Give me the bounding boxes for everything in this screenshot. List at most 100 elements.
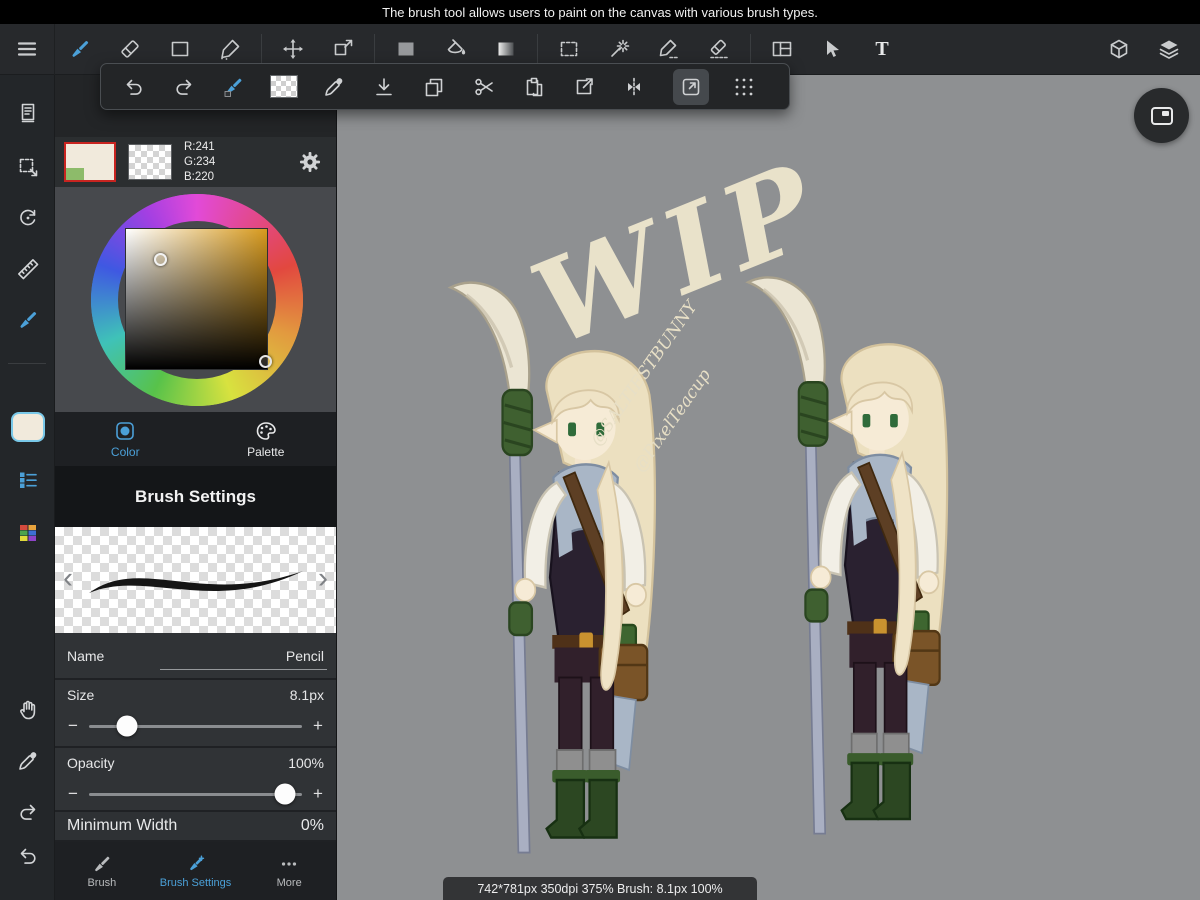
- select-eraser-icon: [710, 39, 728, 59]
- menu-button[interactable]: [0, 23, 55, 75]
- current-color-swatch[interactable]: [13, 414, 43, 440]
- size-slider[interactable]: − +: [55, 710, 336, 742]
- copy-button[interactable]: [409, 76, 459, 98]
- transparent-color-swatch[interactable]: [128, 144, 172, 180]
- rotate-canvas-button[interactable]: [0, 204, 55, 232]
- size-value: 8.1px: [289, 687, 324, 703]
- hand-tool-button[interactable]: [0, 696, 55, 724]
- undo-button[interactable]: [109, 76, 159, 98]
- opacity-slider-track[interactable]: [89, 783, 302, 805]
- redo-button[interactable]: [159, 76, 209, 98]
- sidebar-eyedropper-button[interactable]: [0, 747, 55, 775]
- tab-brush[interactable]: Brush: [55, 842, 149, 900]
- layer-list-button[interactable]: [0, 466, 55, 494]
- checker-swatch-icon: [270, 75, 298, 98]
- tab-palette[interactable]: Palette: [196, 412, 337, 466]
- saturation-value-box[interactable]: [125, 228, 268, 370]
- toolbar-separator: [537, 34, 538, 64]
- sidebar-redo-button[interactable]: [0, 798, 55, 826]
- palette-grid-button[interactable]: [0, 519, 55, 547]
- name-value[interactable]: Pencil: [286, 648, 324, 664]
- export-button[interactable]: [559, 76, 609, 98]
- rgb-g-value: G:234: [184, 155, 216, 168]
- opacity-label: Opacity: [67, 755, 115, 771]
- prev-brush-button[interactable]: ‹: [63, 563, 73, 594]
- floating-window-button[interactable]: [1134, 88, 1189, 143]
- eyedropper-button[interactable]: [309, 76, 359, 98]
- magic-wand-icon: [611, 39, 630, 57]
- hamburger-icon: [17, 42, 37, 56]
- copy-icon: [425, 78, 443, 96]
- size-increase-button[interactable]: +: [312, 716, 324, 736]
- color-tab-label: Color: [110, 444, 140, 459]
- opacity-slider-knob[interactable]: [274, 783, 296, 805]
- brush-color-button[interactable]: [209, 76, 259, 98]
- tab-color[interactable]: Color: [55, 412, 196, 466]
- sidebar-divider: [8, 363, 46, 364]
- paste-button[interactable]: [509, 76, 559, 98]
- brush-name-row: Name Pencil: [55, 633, 336, 680]
- caption-text: The brush tool allows users to paint on …: [382, 4, 818, 20]
- next-brush-button[interactable]: ›: [318, 563, 328, 594]
- flip-horizontal-button[interactable]: [609, 76, 659, 98]
- material-tool-button[interactable]: [1094, 24, 1144, 75]
- opacity-increase-button[interactable]: +: [312, 784, 324, 804]
- opacity-slider[interactable]: − +: [55, 778, 336, 810]
- toolbar-drag-handle[interactable]: [719, 76, 769, 98]
- document-icon: [21, 103, 34, 123]
- undo-arrow-icon: [20, 848, 36, 864]
- size-decrease-button[interactable]: −: [67, 716, 79, 736]
- color-wheel-area: [55, 187, 336, 412]
- canvas-status-bar: 742*781px 350dpi 375% Brush: 8.1px 100%: [443, 877, 757, 900]
- undo-icon: [126, 79, 142, 95]
- brush-preview: ‹ ›: [55, 527, 336, 633]
- color-settings-button[interactable]: [298, 150, 322, 174]
- select-pen-icon: [659, 39, 679, 59]
- rgb-b-value: B:220: [184, 170, 215, 183]
- split-panel-icon: [772, 41, 792, 57]
- saturation-knob[interactable]: [154, 253, 167, 266]
- flip-icon: [628, 77, 640, 96]
- opacity-decrease-button[interactable]: −: [67, 784, 79, 804]
- crop-select-button[interactable]: [0, 153, 55, 181]
- ruler-button[interactable]: [0, 255, 55, 283]
- palette-tab-label: Palette: [247, 444, 285, 459]
- pages-button[interactable]: [0, 99, 55, 127]
- floating-toolbar: [100, 63, 790, 110]
- sidebar-undo-button[interactable]: [0, 842, 55, 870]
- rgb-readout: R:241 G:234 B:220: [184, 140, 215, 185]
- brush-icon: [72, 40, 89, 57]
- grid-dots-icon: [735, 78, 753, 95]
- brush-tab-label: Brush: [87, 876, 117, 889]
- cut-button[interactable]: [459, 76, 509, 98]
- size-slider-knob[interactable]: [116, 715, 138, 737]
- transparent-color-swatch[interactable]: [259, 75, 309, 98]
- tab-brush-settings[interactable]: Brush Settings: [149, 842, 243, 900]
- app-window: The brush tool allows users to paint on …: [0, 0, 1200, 900]
- blend-brush-button[interactable]: [0, 306, 55, 334]
- minimum-width-label: Minimum Width: [67, 817, 178, 834]
- text-tool-icon: T: [875, 37, 889, 60]
- layers-button[interactable]: [1144, 24, 1194, 75]
- minimum-width-value: 0%: [300, 817, 324, 834]
- hand-icon: [19, 700, 35, 720]
- paste-icon: [526, 77, 543, 96]
- opacity-row: Opacity 100% − +: [55, 748, 336, 812]
- crop-select-icon: [19, 158, 37, 177]
- more-icon: [282, 861, 297, 866]
- select-rect-icon: [560, 41, 578, 57]
- hue-knob[interactable]: [259, 355, 272, 368]
- canvas-area[interactable]: WIP @SALTIESTBUNNY @PixelTeacup 742*781p…: [337, 75, 1200, 900]
- tab-more[interactable]: More: [242, 842, 336, 900]
- size-slider-track[interactable]: [89, 715, 302, 737]
- save-button[interactable]: [359, 76, 409, 98]
- redo-icon: [176, 79, 192, 95]
- brush-tool-button[interactable]: [55, 24, 105, 75]
- foreground-color-swatch[interactable]: [64, 142, 116, 182]
- text-tool-button[interactable]: T: [857, 24, 907, 75]
- size-row: Size 8.1px − +: [55, 680, 336, 748]
- select-arrow-tool-button[interactable]: [807, 24, 857, 75]
- minimum-width-row: Minimum Width 0%: [55, 812, 336, 842]
- open-window-button[interactable]: [673, 68, 709, 105]
- move-icon: [283, 39, 303, 59]
